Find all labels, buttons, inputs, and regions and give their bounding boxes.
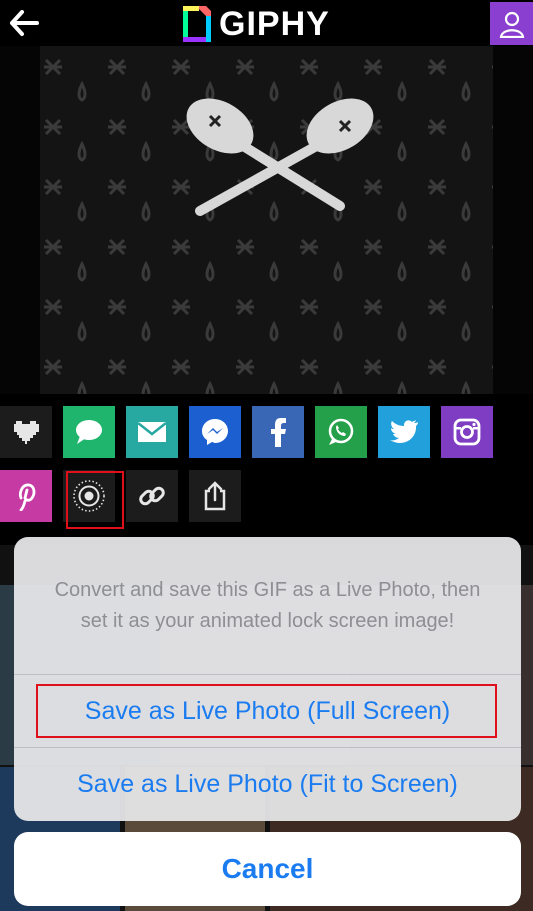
gif-artwork bbox=[40, 46, 493, 394]
back-arrow-icon bbox=[10, 10, 39, 36]
giphy-logo-icon bbox=[183, 6, 211, 42]
messenger-button[interactable] bbox=[189, 406, 241, 458]
pinterest-button[interactable] bbox=[0, 470, 52, 522]
action-sheet-message: Convert and save this GIF as a Live Phot… bbox=[14, 537, 521, 674]
favorite-button[interactable] bbox=[0, 406, 52, 458]
giphy-logo: GIPHY bbox=[183, 4, 330, 43]
share-row-1 bbox=[0, 406, 493, 460]
twitter-icon bbox=[390, 420, 418, 444]
action-sheet-message-text: Convert and save this GIF as a Live Phot… bbox=[54, 578, 481, 632]
message-button[interactable] bbox=[63, 406, 115, 458]
user-icon bbox=[499, 11, 524, 38]
speech-bubble-icon bbox=[76, 420, 102, 444]
facebook-button[interactable] bbox=[252, 406, 304, 458]
whatsapp-icon bbox=[328, 418, 354, 445]
link-icon bbox=[139, 486, 165, 506]
gif-margin-right bbox=[493, 46, 533, 394]
email-button[interactable] bbox=[126, 406, 178, 458]
profile-button[interactable] bbox=[490, 2, 533, 45]
save-full-screen-highlight bbox=[36, 684, 497, 738]
cancel-button[interactable]: Cancel bbox=[14, 832, 521, 906]
action-sheet: Convert and save this GIF as a Live Phot… bbox=[14, 537, 521, 821]
envelope-icon bbox=[137, 422, 167, 442]
save-live-photo-fit-to-screen-button[interactable]: Save as Live Photo (Fit to Screen) bbox=[14, 748, 521, 820]
share-row-2 bbox=[0, 470, 252, 524]
share-icon bbox=[204, 481, 226, 511]
gif-preview[interactable] bbox=[40, 46, 493, 394]
copy-link-button[interactable] bbox=[126, 470, 178, 522]
messenger-icon bbox=[202, 419, 228, 445]
live-photo-highlight bbox=[66, 471, 124, 529]
back-button[interactable] bbox=[8, 8, 40, 38]
share-button[interactable] bbox=[189, 470, 241, 522]
pinterest-icon bbox=[19, 483, 36, 511]
instagram-icon bbox=[453, 418, 481, 446]
instagram-button[interactable] bbox=[441, 406, 493, 458]
top-bar: GIPHY bbox=[0, 0, 533, 46]
gif-margin-left bbox=[0, 46, 40, 394]
logo-text: GIPHY bbox=[219, 4, 330, 43]
heart-icon bbox=[14, 421, 39, 444]
twitter-button[interactable] bbox=[378, 406, 430, 458]
whatsapp-button[interactable] bbox=[315, 406, 367, 458]
facebook-icon bbox=[271, 418, 286, 447]
